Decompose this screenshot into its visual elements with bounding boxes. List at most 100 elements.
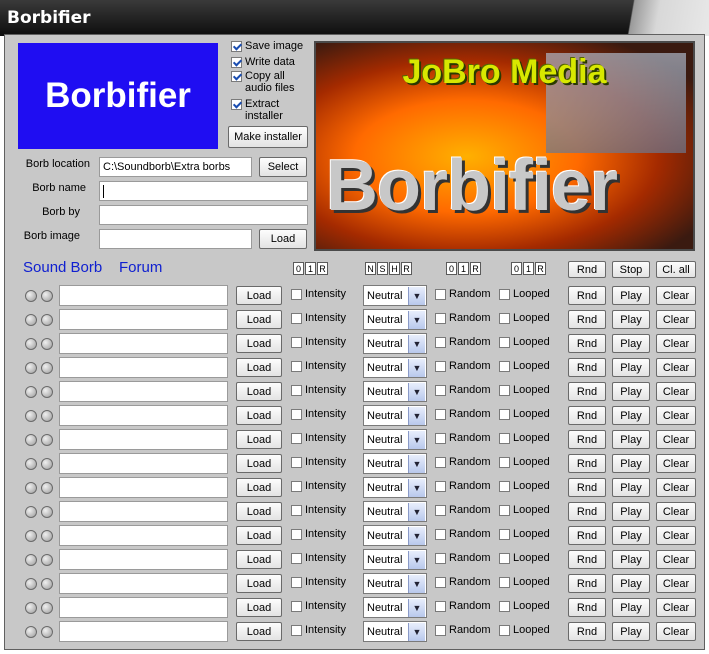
rnd-button[interactable]: Rnd [568, 526, 606, 545]
play-button[interactable]: Play [612, 502, 650, 521]
looped-check[interactable] [499, 361, 510, 372]
rnd-button[interactable]: Rnd [568, 574, 606, 593]
mode-select[interactable]: Neutral ▼ [363, 549, 427, 570]
intensity-check[interactable] [291, 313, 302, 324]
random-checkbox[interactable]: Random [435, 408, 491, 420]
intensity-checkbox[interactable]: Intensity [291, 360, 346, 372]
clear-button[interactable]: Clear [656, 622, 696, 641]
load-sound-button[interactable]: Load [236, 358, 282, 377]
chevron-down-icon[interactable]: ▼ [408, 551, 425, 569]
extract-installer-check[interactable] [231, 99, 242, 110]
random-checkbox[interactable]: Random [435, 288, 491, 300]
stop-all-button[interactable]: Stop [612, 261, 650, 278]
clear-button[interactable]: Clear [656, 550, 696, 569]
title-bar[interactable]: Borbifier [0, 0, 709, 36]
looped-checkbox[interactable]: Looped [499, 528, 550, 540]
mode-select[interactable]: Neutral ▼ [363, 477, 427, 498]
save-image-checkbox[interactable]: Save image [231, 40, 303, 52]
chevron-down-icon[interactable]: ▼ [408, 359, 425, 377]
looped-checkbox[interactable]: Looped [499, 384, 550, 396]
intensity-checkbox[interactable]: Intensity [291, 288, 346, 300]
random-check[interactable] [435, 361, 446, 372]
chevron-down-icon[interactable]: ▼ [408, 527, 425, 545]
mode-set-r[interactable]: R [401, 262, 412, 275]
intensity-check[interactable] [291, 505, 302, 516]
write-data-checkbox[interactable]: Write data [231, 56, 295, 68]
play-button[interactable]: Play [612, 478, 650, 497]
random-checkbox[interactable]: Random [435, 432, 491, 444]
mode-select[interactable]: Neutral ▼ [363, 453, 427, 474]
intensity-check[interactable] [291, 481, 302, 492]
clear-button[interactable]: Clear [656, 430, 696, 449]
load-sound-button[interactable]: Load [236, 310, 282, 329]
intensity-checkbox[interactable]: Intensity [291, 624, 346, 636]
sound-file-field[interactable] [59, 597, 228, 618]
rnd-button[interactable]: Rnd [568, 286, 606, 305]
looped-checkbox[interactable]: Looped [499, 624, 550, 636]
rnd-button[interactable]: Rnd [568, 310, 606, 329]
sound-file-field[interactable] [59, 285, 228, 306]
clear-button[interactable]: Clear [656, 478, 696, 497]
looped-checkbox[interactable]: Looped [499, 408, 550, 420]
chevron-down-icon[interactable]: ▼ [408, 599, 425, 617]
make-installer-button[interactable]: Make installer [228, 126, 308, 148]
looped-checkbox[interactable]: Looped [499, 552, 550, 564]
random-check[interactable] [435, 481, 446, 492]
load-sound-button[interactable]: Load [236, 622, 282, 641]
intensity-checkbox[interactable]: Intensity [291, 552, 346, 564]
sound-file-field[interactable] [59, 357, 228, 378]
intensity-check[interactable] [291, 577, 302, 588]
borb-image-field[interactable] [99, 229, 252, 249]
random-check[interactable] [435, 385, 446, 396]
random-checkbox[interactable]: Random [435, 456, 491, 468]
chevron-down-icon[interactable]: ▼ [408, 335, 425, 353]
looped-check[interactable] [499, 529, 510, 540]
sound-file-field[interactable] [59, 501, 228, 522]
load-sound-button[interactable]: Load [236, 286, 282, 305]
play-button[interactable]: Play [612, 382, 650, 401]
looped-check[interactable] [499, 433, 510, 444]
mode-select[interactable]: Neutral ▼ [363, 357, 427, 378]
copy-audio-check[interactable] [231, 71, 242, 82]
play-button[interactable]: Play [612, 574, 650, 593]
load-sound-button[interactable]: Load [236, 526, 282, 545]
random-check[interactable] [435, 313, 446, 324]
random-checkbox[interactable]: Random [435, 360, 491, 372]
intensity-checkbox[interactable]: Intensity [291, 528, 346, 540]
random-checkbox[interactable]: Random [435, 336, 491, 348]
save-image-check[interactable] [231, 41, 242, 52]
mode-select[interactable]: Neutral ▼ [363, 573, 427, 594]
clear-all-button[interactable]: Cl. all [656, 261, 696, 278]
load-sound-button[interactable]: Load [236, 382, 282, 401]
random-check[interactable] [435, 457, 446, 468]
play-button[interactable]: Play [612, 286, 650, 305]
intensity-check[interactable] [291, 385, 302, 396]
chevron-down-icon[interactable]: ▼ [408, 383, 425, 401]
intensity-checkbox[interactable]: Intensity [291, 480, 346, 492]
rnd-button[interactable]: Rnd [568, 598, 606, 617]
random-check[interactable] [435, 289, 446, 300]
chevron-down-icon[interactable]: ▼ [408, 455, 425, 473]
load-sound-button[interactable]: Load [236, 598, 282, 617]
rnd-button[interactable]: Rnd [568, 358, 606, 377]
rnd-button[interactable]: Rnd [568, 430, 606, 449]
borb-name-field[interactable] [99, 181, 308, 201]
mode-select[interactable]: Neutral ▼ [363, 429, 427, 450]
forum-link[interactable]: Forum [119, 259, 162, 276]
play-button[interactable]: Play [612, 310, 650, 329]
chevron-down-icon[interactable]: ▼ [408, 575, 425, 593]
looped-checkbox[interactable]: Looped [499, 336, 550, 348]
play-button[interactable]: Play [612, 454, 650, 473]
random-check[interactable] [435, 577, 446, 588]
sound-file-field[interactable] [59, 621, 228, 642]
looped-check[interactable] [499, 457, 510, 468]
clear-button[interactable]: Clear [656, 310, 696, 329]
random-check[interactable] [435, 625, 446, 636]
rnd-button[interactable]: Rnd [568, 622, 606, 641]
intensity-checkbox[interactable]: Intensity [291, 384, 346, 396]
random-check[interactable] [435, 337, 446, 348]
looped-check[interactable] [499, 481, 510, 492]
sound-file-field[interactable] [59, 453, 228, 474]
looped-checkbox[interactable]: Looped [499, 432, 550, 444]
chevron-down-icon[interactable]: ▼ [408, 623, 425, 641]
